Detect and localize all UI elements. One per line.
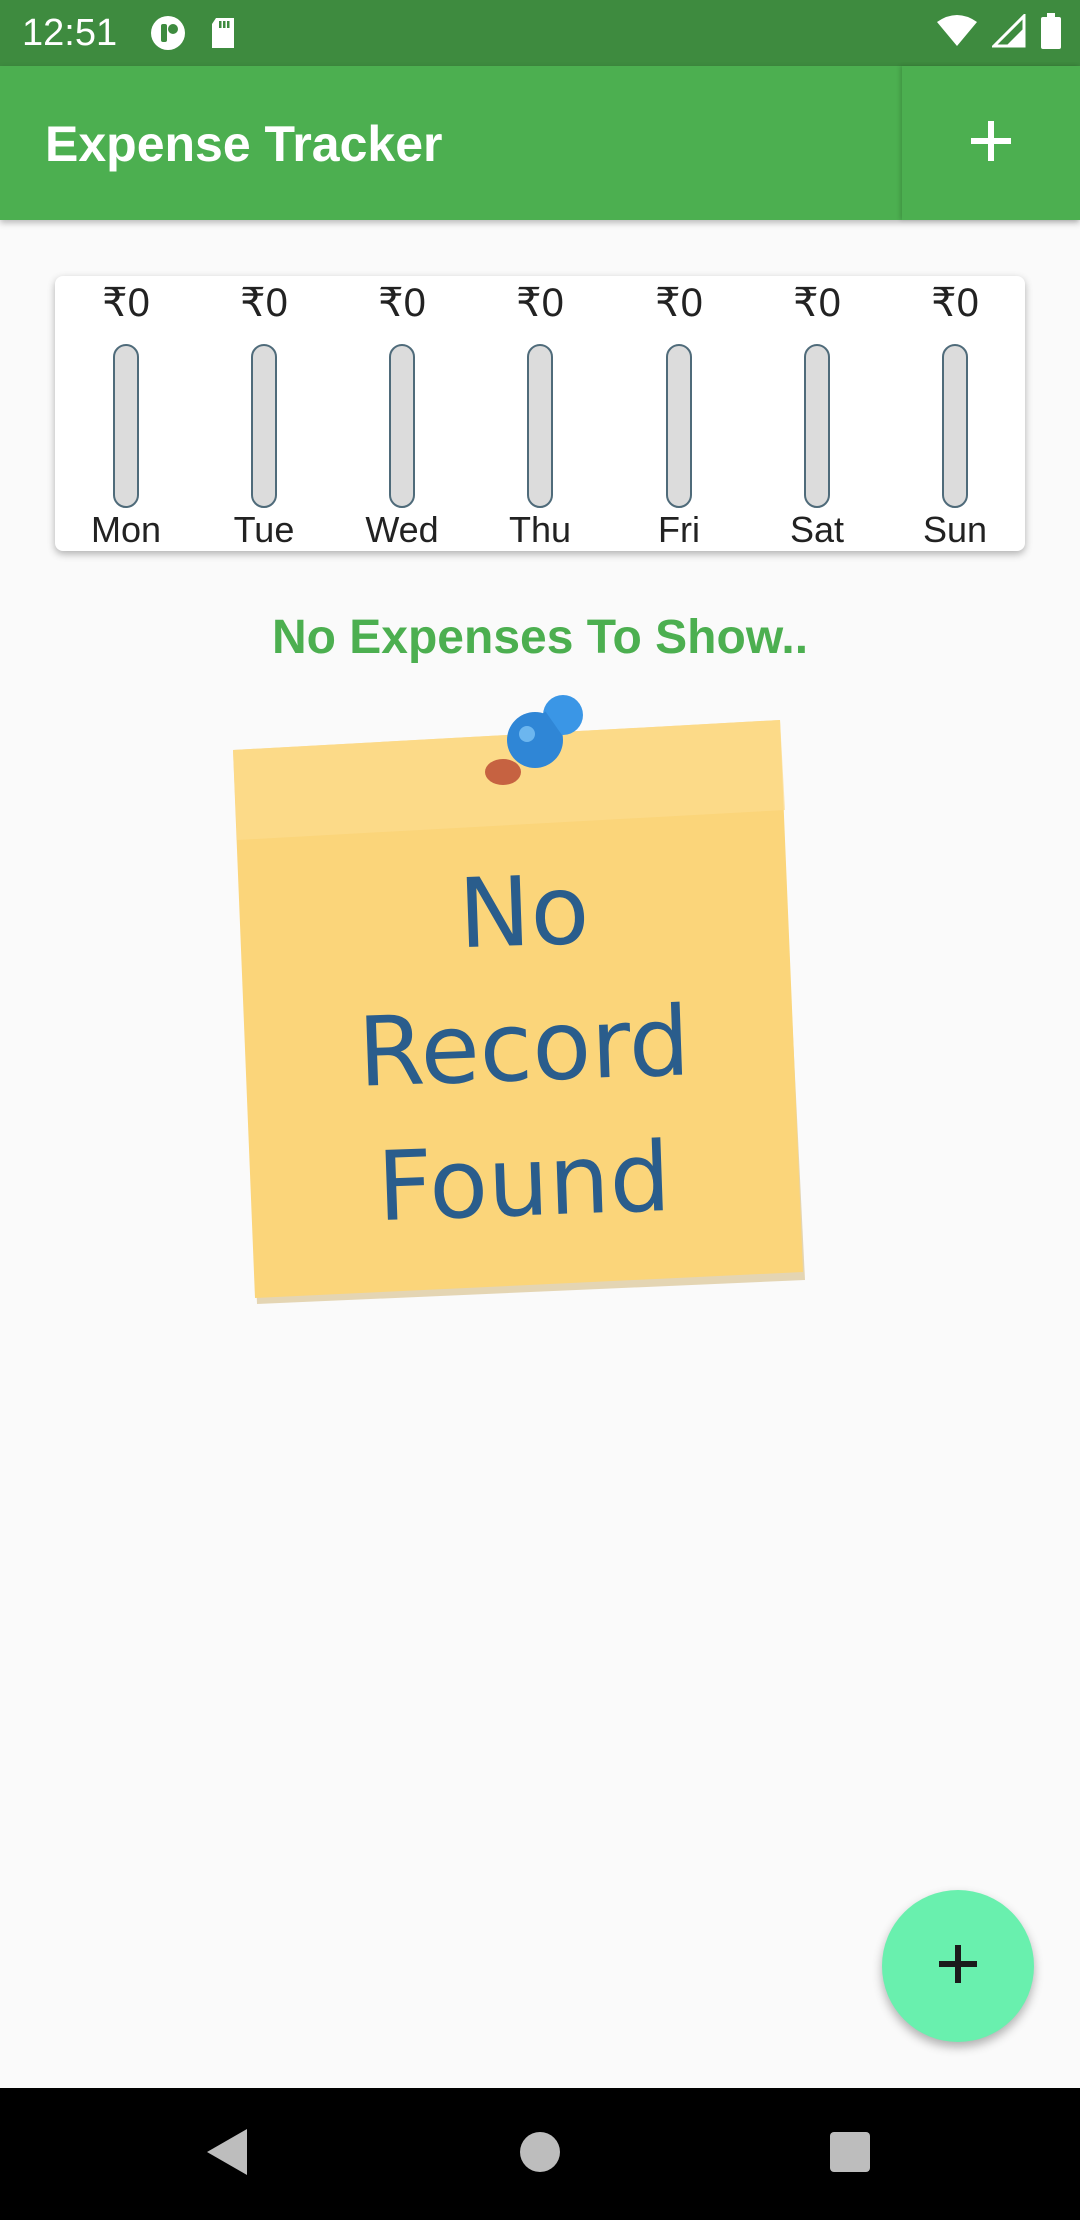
chart-amount: ₹0 <box>102 281 150 325</box>
weekly-chart-card: ₹0 Mon ₹0 Tue ₹0 Wed ₹0 Thu ₹0 Fri ₹0 Sa… <box>55 276 1025 551</box>
home-circle-icon <box>518 2130 562 2179</box>
recents-square-icon <box>828 2130 872 2179</box>
chart-day-label: Tue <box>233 509 295 550</box>
wifi-icon <box>936 14 978 53</box>
no-record-image: No Record Found <box>225 690 815 1310</box>
chart-day-sun: ₹0 Sun <box>886 276 1024 551</box>
app-bar: Expense Tracker <box>0 66 1080 220</box>
add-expense-button[interactable] <box>902 66 1080 220</box>
chart-day-tue: ₹0 Tue <box>195 276 333 551</box>
nav-home-button[interactable] <box>500 2118 580 2190</box>
add-expense-fab[interactable] <box>882 1890 1034 2042</box>
chart-amount: ₹0 <box>655 281 703 325</box>
chart-bar <box>942 344 968 508</box>
chart-amount: ₹0 <box>793 281 841 325</box>
chart-day-fri: ₹0 Fri <box>610 276 748 551</box>
chart-bar <box>251 344 277 508</box>
nav-recents-button[interactable] <box>810 2118 890 2190</box>
sd-card-icon <box>208 14 238 52</box>
chart-bar <box>389 344 415 508</box>
signal-icon <box>990 11 1026 53</box>
chart-day-label: Mon <box>90 509 162 550</box>
back-triangle-icon <box>203 2127 249 2182</box>
image-text-line: Found <box>375 1121 672 1243</box>
battery-icon <box>1040 12 1062 54</box>
system-nav-bar <box>0 2088 1080 2220</box>
chart-bar <box>666 344 692 508</box>
empty-state-message: No Expenses To Show.. <box>271 611 809 664</box>
chart-amount: ₹0 <box>240 281 288 325</box>
chart-day-mon: ₹0 Mon <box>57 276 195 551</box>
chart-bar <box>804 344 830 508</box>
chart-day-wed: ₹0 Wed <box>333 276 471 551</box>
chart-day-label: Wed <box>365 509 439 550</box>
app-notification-icon <box>148 14 188 52</box>
app-title: Expense Tracker <box>45 116 443 172</box>
status-bar: 12:51 <box>0 0 1080 66</box>
chart-day-label: Thu <box>508 509 572 550</box>
chart-day-thu: ₹0 Thu <box>471 276 609 551</box>
chart-day-label: Fri <box>658 509 700 550</box>
plus-icon <box>969 119 1013 168</box>
chart-day-label: Sat <box>789 509 845 550</box>
chart-bar <box>113 344 139 508</box>
chart-day-sat: ₹0 Sat <box>748 276 886 551</box>
image-text-line: No <box>457 854 591 970</box>
chart-bar <box>527 344 553 508</box>
chart-amount: ₹0 <box>378 281 426 325</box>
chart-amount: ₹0 <box>516 281 564 325</box>
image-text-line: Record <box>356 985 691 1109</box>
chart-amount: ₹0 <box>931 281 979 325</box>
status-time: 12:51 <box>22 12 118 54</box>
plus-icon <box>937 1943 979 1990</box>
nav-back-button[interactable] <box>186 2118 266 2190</box>
chart-day-label: Sun <box>922 509 988 550</box>
